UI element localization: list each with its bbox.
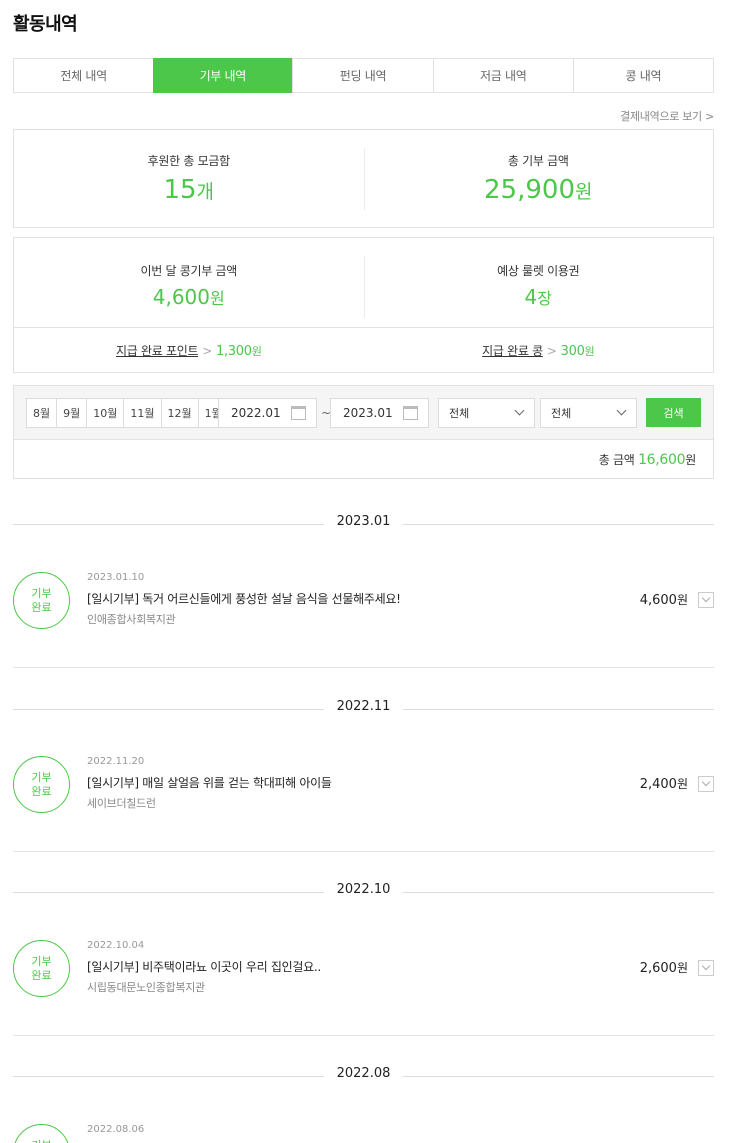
donation-summary: 후원한 총 모금함 15개 총 기부 금액 25,900원 [13,129,714,228]
donation-item: 기부완료 2022.08.06 [13,1124,714,1143]
month-button[interactable]: 9월 [56,399,86,427]
supported-boxes-value: 15개 [163,175,215,205]
divider [13,667,714,668]
tab-kong[interactable]: 콩 내역 [572,59,713,92]
divider [13,1035,714,1036]
chevron-down-icon [616,405,627,416]
chevron-right-icon: > [546,344,557,358]
total-amount: 총 금액 16,600원 [598,452,696,468]
supported-boxes-label: 후원한 총 모금함 [147,154,231,168]
status-badge: 기부완료 [13,572,70,629]
total-donation-label: 총 기부 금액 [507,154,569,168]
month-separator: 2022.10 [13,882,714,902]
donation-date: 2022.08.06 [87,1124,145,1135]
donation-item: 기부 완료 2022.11.20 [일시기부] 매일 살얼음 위를 걷는 학대피해… [13,756,714,816]
status-badge: 기부완료 [13,1124,70,1143]
donation-amount: 2,600원 [639,961,688,976]
category-select[interactable]: 전체 [540,398,637,428]
roulette-stat: 예상 룰렛 이용권 4장 [363,238,714,327]
kong-paid: 지급 완료 콩 >300원 [482,344,595,359]
month-buttons: 8월 9월 10월 11월 12월 1월 [26,398,229,428]
donation-title[interactable]: [일시기부] 독거 어르신들에게 풍성한 설날 음식을 선물해주세요! [87,590,401,607]
points-paid: 지급 완료 포인트 >1,300원 [115,344,262,359]
expand-chevron-icon[interactable] [698,776,714,792]
monthly-summary: 이번 달 콩기부 금액 4,600원 예상 룰렛 이용권 4장 지급 완료 포인… [13,237,714,373]
start-date-field[interactable]: 2022.01 [218,398,317,428]
donation-date: 2022.10.04 [87,940,145,951]
status-badge: 기부완료 [13,756,70,813]
search-button[interactable]: 검색 [646,398,701,427]
donation-item: 기부 완료 2023.01.10 [일시기부] 독거 어르신들에게 풍성한 설날 … [13,572,714,632]
filter-panel: 8월 9월 10월 11월 12월 1월 2022.01 ~ 2023.01 전… [13,385,714,479]
tab-funding[interactable]: 펀딩 내역 [292,59,432,92]
tab-savings[interactable]: 저금 내역 [432,59,573,92]
donation-item: 기부 완료 2022.10.04 [일시기부] 비주택이라뇨 이곳이 우리 집인걸… [13,940,714,1000]
status-badge: 기부완료 [13,940,70,997]
supported-boxes-stat: 후원한 총 모금함 15개 [14,130,364,227]
donation-amount: 2,400원 [639,777,688,792]
kong-donation-label: 이번 달 콩기부 금액 [140,264,238,278]
month-separator: 2022.08 [13,1066,714,1086]
total-donation-value: 25,900원 [484,175,593,205]
roulette-value: 4장 [524,285,552,309]
roulette-label: 예상 룰렛 이용권 [497,264,580,278]
payment-history-link[interactable]: 결제내역으로 보기 > [620,108,714,124]
chevron-right-icon: > [202,344,212,358]
donation-org: 인애종합사회복지관 [87,613,176,626]
donation-title[interactable]: [일시기부] 비주택이라뇨 이곳이 우리 집인걸요.. [87,958,321,975]
calendar-icon[interactable] [403,406,418,420]
expand-chevron-icon[interactable] [698,592,714,608]
end-date-field[interactable]: 2023.01 [330,398,429,428]
month-separator: 2022.11 [13,699,714,719]
tab-donation[interactable]: 기부 내역 [153,58,293,93]
month-button[interactable]: 12월 [160,399,198,427]
donation-org: 세이브더칠드런 [87,797,156,810]
kong-donation-value: 4,600원 [152,285,225,309]
donation-date: 2022.11.20 [87,756,145,767]
total-donation-stat: 총 기부 금액 25,900원 [363,130,714,227]
month-button[interactable]: 8월 [27,399,56,427]
tab-all[interactable]: 전체 내역 [14,59,153,92]
donation-title[interactable]: [일시기부] 매일 살얼음 위를 걷는 학대피해 아이들 [87,774,332,791]
month-button[interactable]: 11월 [123,399,160,427]
donation-date: 2023.01.10 [87,572,145,583]
activity-tabs: 전체 내역 기부 내역 펀딩 내역 저금 내역 콩 내역 [13,58,714,93]
chevron-down-icon [514,405,525,416]
calendar-icon[interactable] [291,406,306,420]
type-select[interactable]: 전체 [438,398,535,428]
kong-paid-link[interactable]: 지급 완료 콩 [482,344,543,358]
month-button[interactable]: 10월 [86,399,123,427]
page-title: 활동내역 [13,14,78,35]
divider [13,851,714,852]
points-paid-link[interactable]: 지급 완료 포인트 [116,344,199,358]
donation-org: 시립동대문노인종합복지관 [87,981,205,994]
kong-donation-stat: 이번 달 콩기부 금액 4,600원 [14,238,364,327]
expand-chevron-icon[interactable] [698,960,714,976]
donation-amount: 4,600원 [639,593,688,608]
month-separator: 2023.01 [13,514,714,534]
